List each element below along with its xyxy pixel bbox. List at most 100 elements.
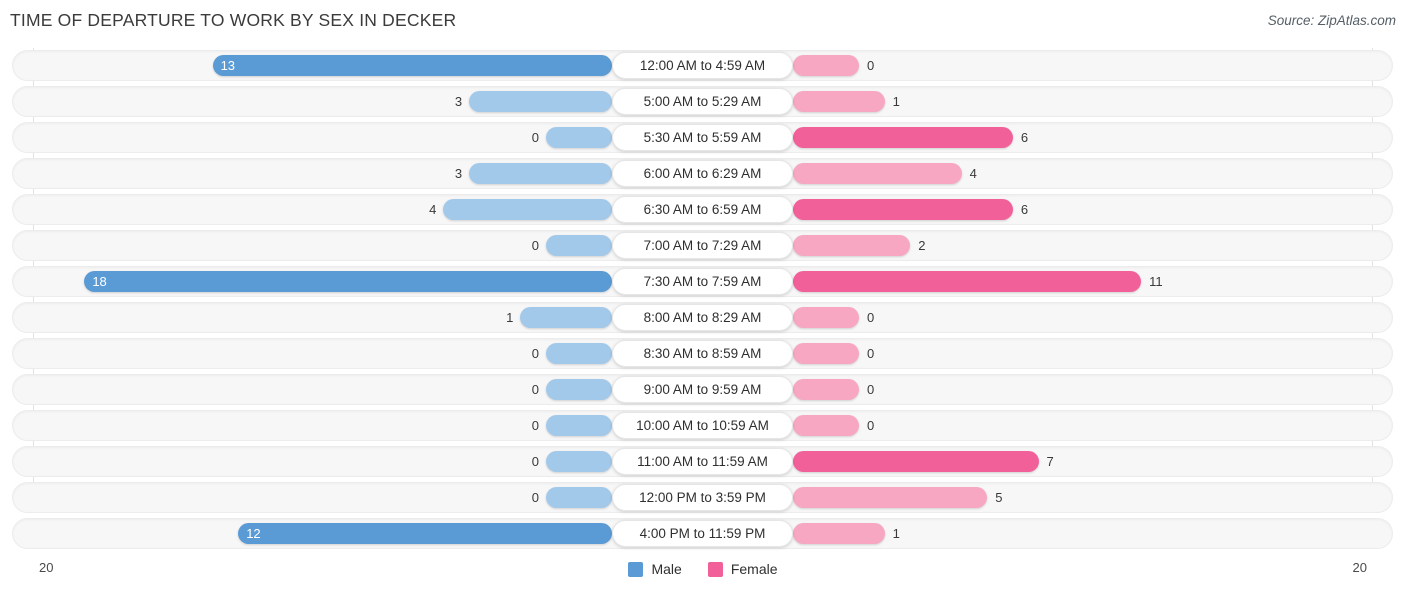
- bar-female[interactable]: [793, 199, 1013, 220]
- bar-female[interactable]: [793, 271, 1142, 292]
- category-label: 7:00 AM to 7:29 AM: [643, 238, 762, 253]
- bar-value-male: 3: [454, 166, 463, 181]
- bar-value-male: 12: [246, 526, 261, 541]
- category-label: 8:30 AM to 8:59 AM: [643, 346, 762, 361]
- category-label-pill[interactable]: 5:00 AM to 5:29 AM: [612, 88, 793, 115]
- page-title: TIME OF DEPARTURE TO WORK BY SEX IN DECK…: [10, 10, 457, 30]
- category-label-pill[interactable]: 10:00 AM to 10:59 AM: [612, 412, 793, 439]
- category-label-pill[interactable]: 8:30 AM to 8:59 AM: [612, 340, 793, 367]
- category-label-pill[interactable]: 12:00 PM to 3:59 PM: [612, 484, 793, 511]
- bar-male[interactable]: [84, 271, 612, 292]
- chart-row[interactable]: 3 1 5:00 AM to 5:29 AM: [0, 84, 1406, 120]
- chart-row[interactable]: 4 6 6:30 AM to 6:59 AM: [0, 192, 1406, 228]
- legend-swatch-female-icon: [707, 561, 723, 577]
- bar-female[interactable]: [793, 91, 885, 112]
- plot-area: 13 0 12:00 AM to 4:59 AM 3 1 5:00 AM to 5:29 …: [0, 48, 1406, 554]
- chart-row[interactable]: 0 7 11:00 AM to 11:59 AM: [0, 444, 1406, 480]
- bar-value-male: 0: [531, 346, 539, 361]
- bar-value-female: 4: [969, 166, 977, 181]
- bar-value-male: 0: [531, 238, 539, 253]
- chart-row[interactable]: 0 0 10:00 AM to 10:59 AM: [0, 408, 1406, 444]
- category-label-pill[interactable]: 11:00 AM to 11:59 AM: [612, 448, 793, 475]
- bar-male[interactable]: [546, 451, 612, 472]
- bar-female[interactable]: [793, 523, 885, 544]
- bar-female[interactable]: [793, 487, 988, 508]
- bar-value-male: 18: [92, 274, 107, 289]
- bar-value-male: 0: [531, 418, 539, 433]
- category-label-pill[interactable]: 6:30 AM to 6:59 AM: [612, 196, 793, 223]
- category-label: 7:30 AM to 7:59 AM: [643, 274, 762, 289]
- category-label-pill[interactable]: 4:00 PM to 11:59 PM: [612, 520, 793, 547]
- category-label-pill[interactable]: 7:00 AM to 7:29 AM: [612, 232, 793, 259]
- chart-row[interactable]: 0 6 5:30 AM to 5:59 AM: [0, 120, 1406, 156]
- legend-item-male[interactable]: Male: [628, 561, 682, 577]
- bar-female[interactable]: [793, 307, 859, 328]
- chart-row[interactable]: 18 11 7:30 AM to 7:59 AM: [0, 264, 1406, 300]
- bar-male[interactable]: [546, 343, 612, 364]
- bar-male[interactable]: [238, 523, 612, 544]
- bar-female[interactable]: [793, 163, 962, 184]
- source-attribution: Source: ZipAtlas.com: [1267, 13, 1396, 28]
- bar-male[interactable]: [546, 379, 612, 400]
- bar-value-male: 0: [531, 454, 539, 469]
- bar-value-female: 1: [892, 94, 900, 109]
- chart-row[interactable]: 12 1 4:00 PM to 11:59 PM: [0, 516, 1406, 552]
- chart-root: TIME OF DEPARTURE TO WORK BY SEX IN DECK…: [0, 0, 1406, 594]
- bar-value-female: 5: [995, 490, 1003, 505]
- category-label: 8:00 AM to 8:29 AM: [643, 310, 762, 325]
- bar-female[interactable]: [793, 379, 859, 400]
- chart-row[interactable]: 13 0 12:00 AM to 4:59 AM: [0, 48, 1406, 84]
- bar-value-female: 11: [1149, 274, 1163, 289]
- bar-male[interactable]: [520, 307, 612, 328]
- chart-row[interactable]: 0 0 9:00 AM to 9:59 AM: [0, 372, 1406, 408]
- chart-row[interactable]: 0 5 12:00 PM to 3:59 PM: [0, 480, 1406, 516]
- bar-female[interactable]: [793, 451, 1039, 472]
- chart-row[interactable]: 1 0 8:00 AM to 8:29 AM: [0, 300, 1406, 336]
- category-label: 12:00 AM to 4:59 AM: [639, 58, 766, 73]
- bar-value-male: 1: [506, 310, 514, 325]
- bar-value-female: 2: [918, 238, 926, 253]
- bar-female[interactable]: [793, 415, 859, 436]
- category-label-pill[interactable]: 8:00 AM to 8:29 AM: [612, 304, 793, 331]
- category-label: 5:30 AM to 5:59 AM: [643, 130, 762, 145]
- category-label: 6:00 AM to 6:29 AM: [643, 166, 762, 181]
- legend-item-female[interactable]: Female: [707, 561, 778, 577]
- bar-value-female: 0: [867, 418, 875, 433]
- category-label: 5:00 AM to 5:29 AM: [643, 94, 762, 109]
- bar-value-male: 3: [454, 94, 463, 109]
- bar-female[interactable]: [793, 127, 1013, 148]
- category-label: 6:30 AM to 6:59 AM: [643, 202, 762, 217]
- category-label: 11:00 AM to 11:59 AM: [637, 454, 768, 469]
- category-label: 9:00 AM to 9:59 AM: [643, 382, 762, 397]
- chart-row[interactable]: 0 2 7:00 AM to 7:29 AM: [0, 228, 1406, 264]
- bar-value-female: 1: [892, 526, 900, 541]
- bar-value-male: 13: [220, 58, 236, 73]
- bar-value-male: 4: [429, 202, 437, 217]
- bar-female[interactable]: [793, 55, 859, 76]
- bar-value-male: 0: [531, 130, 539, 145]
- legend-swatch-male-icon: [628, 561, 644, 577]
- bar-male[interactable]: [469, 91, 612, 112]
- bar-male[interactable]: [212, 55, 612, 76]
- chart-row[interactable]: 0 0 8:30 AM to 8:59 AM: [0, 336, 1406, 372]
- category-label: 12:00 PM to 3:59 PM: [639, 490, 766, 505]
- bar-value-female: 0: [867, 382, 875, 397]
- category-label-pill[interactable]: 12:00 AM to 4:59 AM: [612, 52, 793, 79]
- category-label-pill[interactable]: 6:00 AM to 6:29 AM: [612, 160, 793, 187]
- bar-value-male: 0: [531, 490, 539, 505]
- bar-male[interactable]: [546, 487, 612, 508]
- bar-male[interactable]: [443, 199, 612, 220]
- chart-row[interactable]: 3 4 6:00 AM to 6:29 AM: [0, 156, 1406, 192]
- bar-value-female: 6: [1020, 202, 1029, 217]
- bar-female[interactable]: [793, 235, 911, 256]
- legend-label-male: Male: [651, 561, 682, 577]
- bar-male[interactable]: [546, 127, 612, 148]
- bar-male[interactable]: [546, 235, 612, 256]
- category-label-pill[interactable]: 7:30 AM to 7:59 AM: [612, 268, 793, 295]
- bar-value-male: 0: [531, 382, 539, 397]
- bar-male[interactable]: [546, 415, 612, 436]
- bar-female[interactable]: [793, 343, 859, 364]
- category-label-pill[interactable]: 5:30 AM to 5:59 AM: [612, 124, 793, 151]
- category-label-pill[interactable]: 9:00 AM to 9:59 AM: [612, 376, 793, 403]
- bar-male[interactable]: [469, 163, 612, 184]
